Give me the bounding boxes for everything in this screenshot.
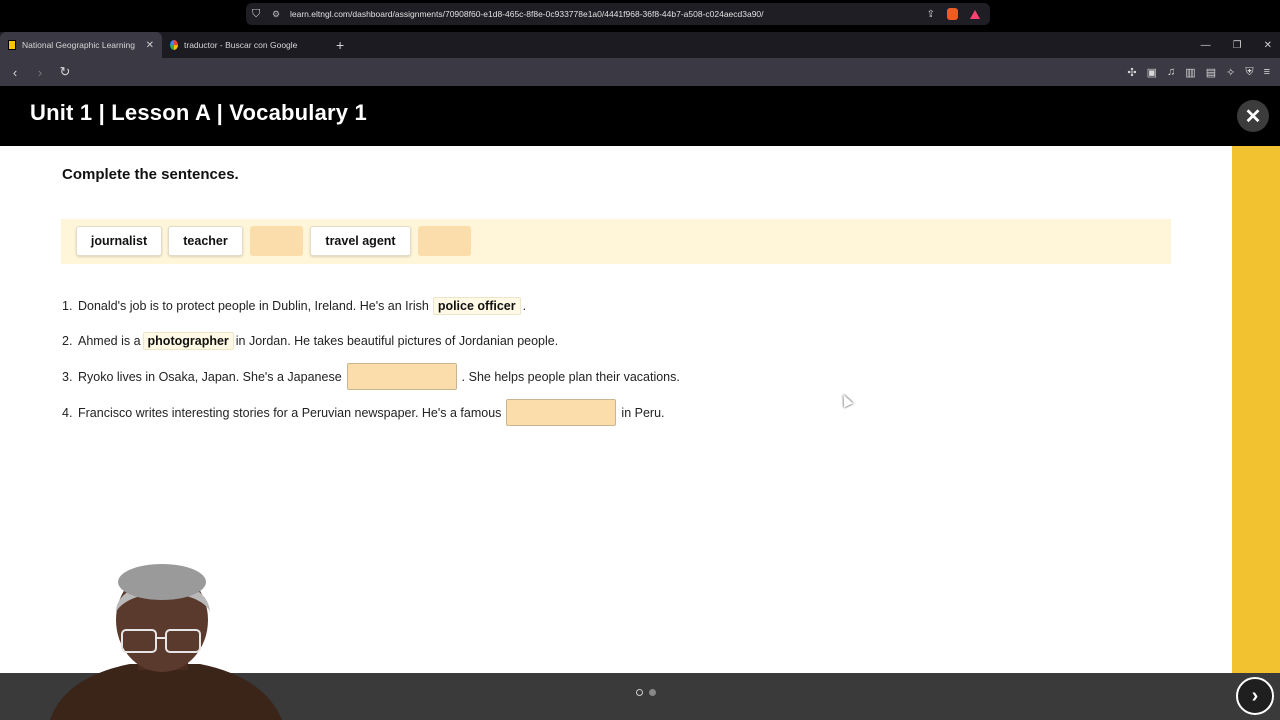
browser-tab-natgeo[interactable]: National Geographic Learning ✕ <box>0 32 162 58</box>
webcam-overlay <box>50 564 282 720</box>
menu-icon[interactable]: ≡ <box>1264 66 1270 78</box>
sentence-text: . <box>522 299 527 313</box>
tab-title: National Geographic Learning <box>22 40 135 50</box>
back-icon[interactable]: ‹ <box>5 65 25 80</box>
brave-rewards-icon[interactable] <box>970 9 980 19</box>
sentence-text: Ryoko lives in Osaka, Japan. She's a Jap… <box>78 369 342 384</box>
next-button[interactable]: › <box>1236 677 1274 715</box>
word-chip[interactable]: journalist <box>76 226 162 256</box>
window-controls: — ❐ ✕ <box>1201 32 1272 58</box>
instruction-text: Complete the sentences. <box>62 166 239 183</box>
vpn-icon[interactable]: ⛨ <box>1245 66 1253 79</box>
sentence-text: Ahmed is a <box>78 334 141 348</box>
sentence-row: 1. Donald's job is to protect people in … <box>62 297 526 315</box>
sentence-row: 2. Ahmed is a photographer in Jordan. He… <box>62 332 558 350</box>
used-word-slot <box>250 226 303 256</box>
minimize-icon[interactable]: — <box>1201 40 1211 51</box>
close-activity-button[interactable]: ✕ <box>1237 100 1269 132</box>
word-chip[interactable]: teacher <box>168 226 243 256</box>
accent-sidebar <box>1232 146 1280 673</box>
pagination-dots <box>636 689 656 696</box>
media-icon[interactable]: ♫ <box>1167 66 1175 78</box>
sidebar-icon[interactable]: ▥ <box>1185 66 1195 79</box>
site-info-icon[interactable]: ⚙ <box>272 9 290 20</box>
page-dot[interactable] <box>649 689 656 696</box>
wallet-icon[interactable]: ▤ <box>1206 66 1216 79</box>
sentence-text: Francisco writes interesting stories for… <box>78 405 502 420</box>
reader-icon[interactable]: ▣ <box>1147 66 1157 79</box>
brave-shields-icon[interactable] <box>947 8 958 20</box>
answer-blank[interactable] <box>346 363 457 390</box>
sentence-number: 2. <box>62 334 73 348</box>
browser-toolbar: ‹ › ↻ <box>0 58 1280 86</box>
reload-icon[interactable]: ↻ <box>55 64 75 80</box>
natgeo-favicon-icon <box>8 40 16 50</box>
page-title: Unit 1 | Lesson A | Vocabulary 1 <box>30 100 367 125</box>
word-bank: journalist teacher travel agent <box>61 219 1171 264</box>
used-word-slot <box>418 226 471 256</box>
sentence-number: 1. <box>62 299 73 313</box>
tab-close-icon[interactable]: ✕ <box>146 40 154 51</box>
activity-header: Unit 1 | Lesson A | Vocabulary 1 <box>0 86 1280 146</box>
window-close-icon[interactable]: ✕ <box>1264 40 1272 51</box>
mouse-cursor-icon <box>838 392 854 408</box>
restore-icon[interactable]: ❐ <box>1233 40 1242 51</box>
forward-icon[interactable]: › <box>30 65 50 80</box>
answer-filled[interactable]: police officer <box>432 297 521 315</box>
answer-filled[interactable]: photographer <box>142 332 234 350</box>
answer-blank[interactable] <box>506 399 617 426</box>
bookmark-icon[interactable]: ⛉ <box>252 8 272 21</box>
url-text[interactable]: learn.eltngl.com/dashboard/assignments/7… <box>290 9 927 19</box>
close-icon: ✕ <box>1244 105 1262 128</box>
new-tab-plus-icon[interactable]: + <box>326 37 354 53</box>
browser-tab-strip: National Geographic Learning ✕ traductor… <box>0 32 1280 58</box>
page-dot-active[interactable] <box>636 689 643 696</box>
sentence-row: 4. Francisco writes interesting stories … <box>62 399 665 426</box>
sentence-text: Donald's job is to protect people in Dub… <box>78 299 429 313</box>
share-icon[interactable]: ⇪ <box>927 9 935 20</box>
word-chip[interactable]: travel agent <box>310 226 411 256</box>
extensions-icon[interactable]: ✣ <box>1127 66 1136 79</box>
sentence-text: . She helps people plan their vacations. <box>461 369 680 384</box>
google-favicon-icon <box>170 40 178 50</box>
sentence-text: in Jordan. He takes beautiful pictures o… <box>235 334 559 348</box>
sentence-row: 3. Ryoko lives in Osaka, Japan. She's a … <box>62 363 680 390</box>
next-arrow-icon: › <box>1251 684 1259 707</box>
sentence-text: in Peru. <box>621 405 665 420</box>
tab-title: traductor - Buscar con Google <box>184 40 298 50</box>
leo-icon[interactable]: ✧ <box>1226 66 1235 79</box>
sentence-number: 4. <box>62 405 73 420</box>
sentence-number: 3. <box>62 369 73 384</box>
address-bar[interactable]: ⛉ ⚙ learn.eltngl.com/dashboard/assignmen… <box>246 3 990 25</box>
extension-icons: ✣ ▣ ♫ ▥ ▤ ✧ ⛨ ≡ <box>1127 58 1270 86</box>
browser-tab-google[interactable]: traductor - Buscar con Google <box>162 32 326 58</box>
